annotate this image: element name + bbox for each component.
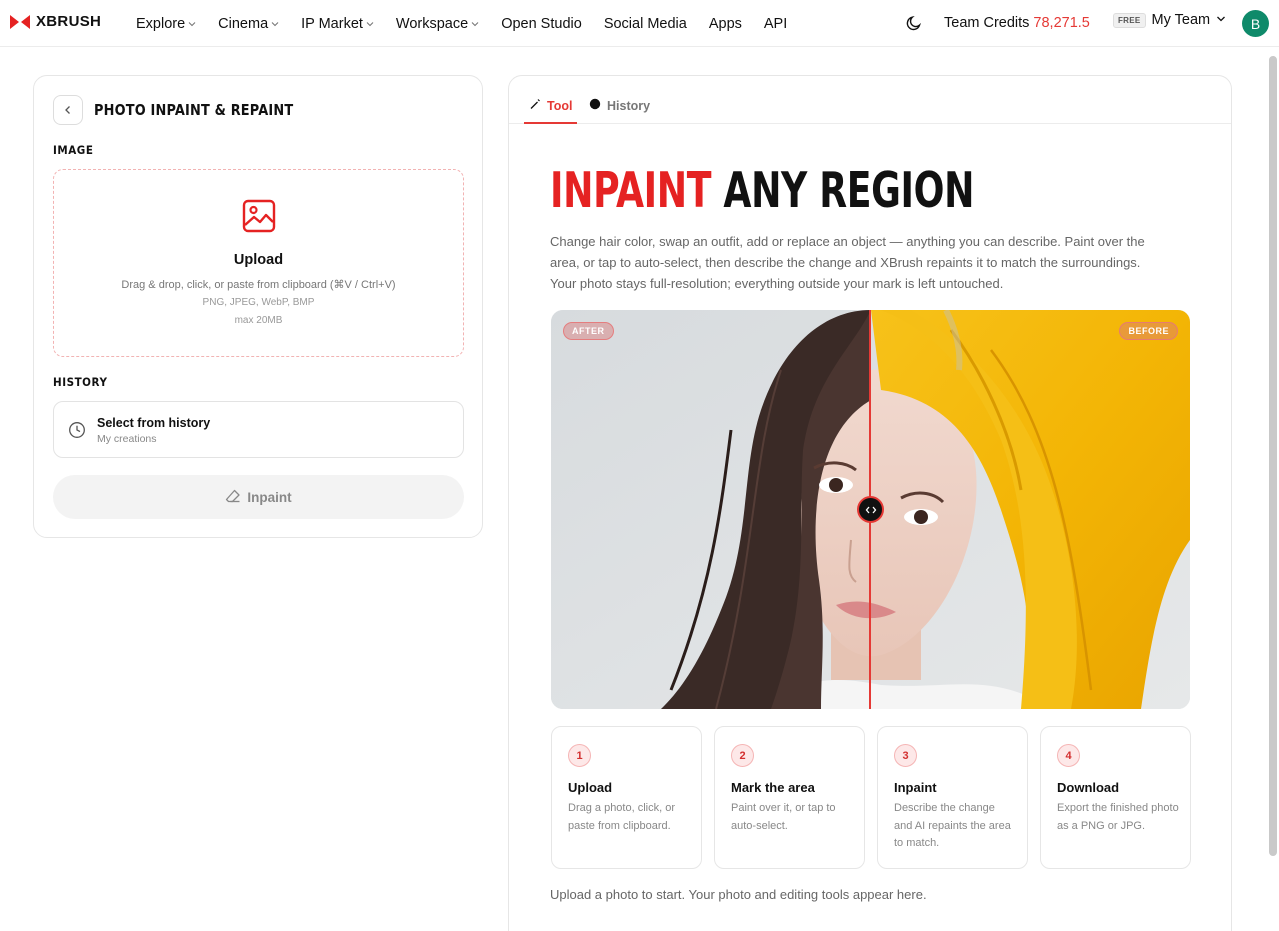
compare-slider-handle[interactable] (857, 496, 884, 523)
hero-title-rest: ANY REGION (711, 162, 975, 219)
nav-label: Cinema (218, 15, 269, 32)
inpaint-button[interactable]: Inpaint (53, 475, 464, 519)
chevron-left-icon (65, 106, 70, 114)
nav-open-studio[interactable]: Open Studio (501, 16, 582, 32)
step-card: 1 Upload Drag a photo, click, or paste f… (551, 726, 702, 869)
main-panel: Tool History INPAINT ANY REGION Change h… (508, 75, 1232, 931)
tool-panel: PHOTO INPAINT & REPAINT IMAGE Upload Dra… (33, 75, 483, 538)
hero-description: Change hair color, swap an outfit, add o… (550, 234, 1145, 291)
step-description: Describe the change and AI repaints the … (894, 802, 1011, 849)
step-card: 2 Mark the area Paint over it, or tap to… (714, 726, 865, 869)
tab-history[interactable]: History (589, 98, 650, 113)
upload-title: Upload (233, 252, 284, 268)
image-icon (242, 199, 276, 238)
nav-label: Social Media (603, 15, 687, 32)
nav-label: Apps (708, 15, 742, 32)
team-name: My Team (1151, 12, 1211, 28)
team-credits[interactable]: Team Credits 78,271.5 (944, 15, 1090, 31)
step-title: Mark the area (731, 780, 815, 795)
empty-state-note: Upload a photo to start. Your photo and … (550, 887, 927, 902)
nav-cinema[interactable]: Cinema (218, 16, 279, 32)
image-section-label: IMAGE (53, 143, 94, 157)
upload-max-size: max 20MB (234, 315, 283, 326)
nav-label: Workspace (395, 15, 469, 32)
tab-tool[interactable]: Tool (529, 98, 572, 113)
avatar[interactable]: B (1242, 10, 1269, 37)
nav-workspace[interactable]: Workspace (396, 16, 479, 32)
brand-logo[interactable]: XBRUSH (10, 13, 101, 30)
upload-hint: Drag & drop, click, or paste from clipbo… (121, 279, 396, 291)
plan-badge: FREE (1113, 12, 1146, 28)
bowtie-logo-icon (10, 14, 30, 29)
tab-history-label: History (607, 98, 651, 113)
back-button[interactable] (53, 95, 83, 125)
chevron-down-icon (271, 20, 279, 28)
credits-value: 78,271.5 (1033, 15, 1090, 31)
history-select-title: Select from history (97, 416, 211, 430)
team-switcher[interactable]: FREE My Team (1113, 12, 1226, 28)
nav-label: Open Studio (501, 15, 582, 32)
step-number: 4 (1057, 744, 1080, 767)
step-card: 4 Download Export the finished photo as … (1040, 726, 1191, 869)
nav-ip-market[interactable]: IP Market (301, 16, 374, 32)
nav-label: Explore (136, 15, 186, 32)
upload-formats: PNG, JPEG, WebP, BMP (202, 297, 315, 308)
page-scrollbar-thumb[interactable] (1269, 56, 1277, 856)
tab-tool-label: Tool (547, 98, 573, 113)
nav-api[interactable]: API (764, 16, 787, 32)
chevron-down-icon (1216, 12, 1226, 28)
history-select-subtitle: My creations (97, 433, 157, 445)
chevron-down-icon (188, 20, 196, 28)
arrows-horizontal-icon (865, 506, 876, 513)
step-title: Upload (568, 780, 613, 795)
history-dot-icon (589, 98, 601, 113)
select-from-history-button[interactable]: Select from history My creations (53, 401, 464, 458)
panel-title: PHOTO INPAINT & REPAINT (94, 101, 294, 119)
tab-bar: Tool History (509, 76, 1231, 124)
step-description: Export the finished photo as a PNG or JP… (1057, 802, 1179, 832)
nav-social-media[interactable]: Social Media (604, 16, 687, 32)
hero-title: INPAINT ANY REGION (550, 162, 974, 219)
step-number: 1 (568, 744, 591, 767)
step-title: Inpaint (894, 780, 937, 795)
nav-label: API (763, 15, 788, 32)
main-nav: Explore Cinema IP Market Workspace Open … (136, 0, 809, 47)
before-badge: BEFORE (1119, 322, 1178, 340)
brand-name: XBRUSH (36, 13, 102, 30)
chevron-down-icon (471, 20, 479, 28)
inpaint-button-label: Inpaint (247, 489, 292, 505)
step-number: 3 (894, 744, 917, 767)
moon-icon[interactable] (905, 14, 923, 37)
active-tab-indicator (524, 122, 577, 124)
upload-dropzone[interactable]: Upload Drag & drop, click, or paste from… (53, 169, 464, 357)
clock-icon (68, 421, 86, 444)
step-description: Paint over it, or tap to auto-select. (731, 802, 836, 832)
after-badge: AFTER (563, 322, 614, 340)
before-after-comparison[interactable]: AFTER BEFORE (551, 310, 1190, 709)
hero-title-accent: INPAINT (550, 162, 712, 219)
step-card: 3 Inpaint Describe the change and AI rep… (877, 726, 1028, 869)
chevron-down-icon (366, 20, 374, 28)
nav-explore[interactable]: Explore (136, 16, 196, 32)
history-section-label: HISTORY (53, 375, 108, 389)
step-description: Drag a photo, click, or paste from clipb… (568, 802, 675, 832)
credits-label: Team Credits (944, 15, 1030, 31)
step-number: 2 (731, 744, 754, 767)
wand-icon (529, 98, 541, 113)
nav-apps[interactable]: Apps (709, 16, 742, 32)
step-title: Download (1057, 780, 1120, 795)
nav-label: IP Market (301, 15, 363, 32)
how-it-works-steps: 1 Upload Drag a photo, click, or paste f… (551, 726, 1191, 869)
top-navigation-bar: XBRUSH Explore Cinema IP Market Workspac… (0, 0, 1279, 47)
eraser-icon (225, 488, 241, 507)
